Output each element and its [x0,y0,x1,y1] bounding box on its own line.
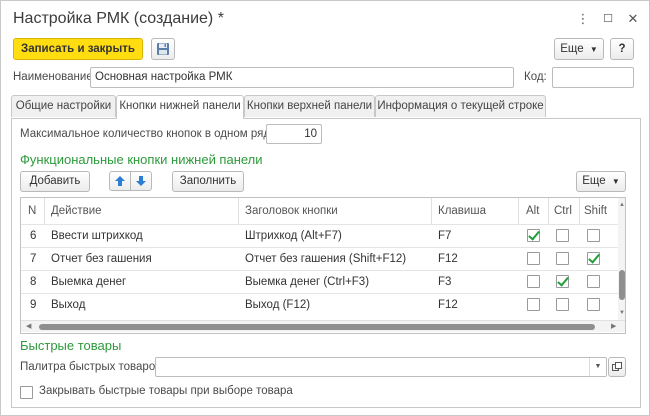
tab-bottom-panel-buttons[interactable]: Кнопки нижней панели [116,95,244,119]
row-number: 6 [30,230,37,242]
close-quick-goods-checkbox[interactable] [20,386,33,399]
more-actions-label: Еще [560,43,584,55]
code-label: Код: [524,71,547,83]
row-action: Ввести штрихкод [51,230,143,242]
column-header-shift[interactable]: Shift [584,198,607,224]
close-quick-goods-label[interactable]: Закрывать быстрые товары при выборе това… [39,385,293,397]
row-key: F12 [438,253,458,265]
ctrl-checkbox[interactable] [556,298,569,311]
column-header-action[interactable]: Действие [51,198,102,224]
max-buttons-label: Максимальное количество кнопок в одном р… [20,128,279,140]
row-key: F3 [438,276,452,288]
row-caption: Выход (F12) [245,299,311,311]
row-number: 9 [30,299,37,311]
column-divider [44,198,45,224]
arrow-up-icon [115,176,125,186]
name-field[interactable]: Основная настройка РМК [90,67,514,88]
table-row[interactable]: 9 Выход Выход (F12) F12 [21,293,618,316]
table-row[interactable]: 7 Отчет без гашения Отчет без гашения (S… [21,247,618,270]
tab-current-row-info[interactable]: Информация о текущей строке [375,95,546,117]
scroll-left-icon[interactable]: ◀ [26,321,31,333]
save-button[interactable] [151,38,175,60]
horizontal-scroll-thumb[interactable] [39,324,595,330]
fill-button[interactable]: Заполнить [172,171,244,192]
alt-checkbox[interactable] [527,275,540,288]
ctrl-checkbox[interactable] [556,252,569,265]
column-divider [548,198,549,224]
shift-checkbox[interactable] [587,252,600,265]
ctrl-checkbox[interactable] [556,275,569,288]
row-number: 7 [30,253,37,265]
settings-window: Настройка РМК (создание) * ⋮ ☐ ✕ Записат… [0,0,650,416]
column-divider [579,198,580,224]
more-actions-button[interactable]: Еще ▼ [554,38,604,60]
column-header-alt[interactable]: Alt [526,198,539,224]
floppy-disk-icon [157,43,169,55]
row-number: 8 [30,276,37,288]
window-menu-icon[interactable]: ⋮ [573,9,593,29]
close-icon[interactable]: ✕ [623,9,643,29]
quick-goods-section-title: Быстрые товары [20,338,122,353]
table-row[interactable]: 8 Выемка денег Выемка денег (Ctrl+F3) F3 [21,270,618,293]
table-more-button[interactable]: Еще ▼ [576,171,626,192]
row-caption: Выемка денег (Ctrl+F3) [245,276,370,288]
table-more-label: Еще [582,175,606,187]
arrow-down-icon [136,176,146,186]
table-row[interactable]: 6 Ввести штрихкод Штрихкод (Alt+F7) F7 [21,224,618,247]
row-caption: Отчет без гашения (Shift+F12) [245,253,407,265]
add-button[interactable]: Добавить [20,171,90,192]
window-title: Настройка РМК (создание) * [13,10,224,27]
row-caption: Штрихкод (Alt+F7) [245,230,342,242]
scroll-right-icon[interactable]: ▶ [611,321,616,333]
row-action: Выход [51,299,86,311]
move-down-button[interactable] [130,171,152,191]
shift-checkbox[interactable] [587,298,600,311]
column-divider [518,198,519,224]
ctrl-checkbox[interactable] [556,229,569,242]
function-buttons-section-title: Функциональные кнопки нижней панели [20,152,263,167]
chevron-down-icon: ▼ [589,45,598,54]
shift-checkbox[interactable] [587,229,600,242]
code-field[interactable] [552,67,634,88]
scroll-down-icon[interactable]: ▼ [618,310,625,316]
palette-field[interactable] [155,357,607,377]
function-buttons-table: N Действие Заголовок кнопки Клавиша Alt … [20,197,626,334]
horizontal-scrollbar[interactable]: ◀ ▶ [21,320,625,332]
column-header-ctrl[interactable]: Ctrl [554,198,572,224]
column-header-n[interactable]: N [28,198,36,224]
save-and-close-button[interactable]: Записать и закрыть [13,38,143,60]
palette-label: Палитра быстрых товаров: [20,361,165,373]
palette-dropdown-icon[interactable]: ▼ [589,358,606,376]
alt-checkbox[interactable] [527,298,540,311]
row-action: Отчет без гашения [51,253,152,265]
open-form-icon [612,362,622,371]
scroll-up-icon[interactable]: ▲ [618,202,625,208]
vertical-scrollbar[interactable]: ▲ ▼ [618,198,625,320]
vertical-scroll-thumb[interactable] [619,270,625,300]
name-label: Наименование: [13,71,96,83]
max-buttons-field[interactable]: 10 [266,124,322,144]
maximize-icon[interactable]: ☐ [598,9,618,29]
alt-checkbox[interactable] [527,252,540,265]
row-action: Выемка денег [51,276,127,288]
column-divider [431,198,432,224]
tab-top-panel-buttons[interactable]: Кнопки верхней панели [244,95,375,117]
shift-checkbox[interactable] [587,275,600,288]
chevron-down-icon: ▼ [611,177,620,186]
alt-checkbox[interactable] [527,229,540,242]
row-key: F7 [438,230,452,242]
tab-general[interactable]: Общие настройки [11,95,116,117]
column-header-caption[interactable]: Заголовок кнопки [245,198,338,224]
row-key: F12 [438,299,458,311]
help-button[interactable]: ? [610,38,634,60]
column-header-key[interactable]: Клавиша [438,198,486,224]
move-up-button[interactable] [109,171,131,191]
column-divider [238,198,239,224]
palette-open-button[interactable] [608,357,626,377]
